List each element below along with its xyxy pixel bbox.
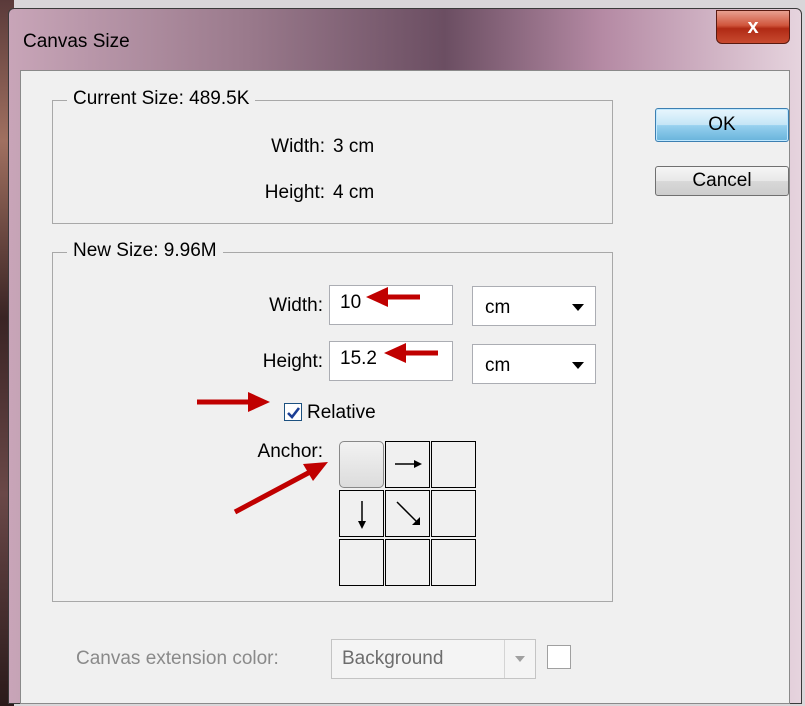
new-height-input[interactable]: 15.2 <box>329 341 453 381</box>
width-unit-select[interactable]: cm <box>472 286 596 326</box>
current-size-group: Current Size: 489.5K Width: 3 cm Height:… <box>52 88 613 224</box>
close-icon: x <box>747 16 759 38</box>
extension-color-value: Background <box>342 648 444 669</box>
anchor-label: Anchor: <box>257 441 323 462</box>
checkmark-icon <box>287 407 301 419</box>
current-width-label: Width: <box>271 136 325 157</box>
arrow-down-icon <box>358 501 366 529</box>
anchor-cell-middle-right[interactable] <box>431 490 476 537</box>
extension-color-swatch[interactable] <box>547 645 571 669</box>
anchor-cell-bottom-center[interactable] <box>385 539 430 586</box>
extension-color-label: Canvas extension color: <box>76 648 279 669</box>
canvas-size-dialog: Canvas Size x Current Size: 489.5K Width… <box>8 8 802 704</box>
ok-button-label: OK <box>708 114 736 135</box>
anchor-grid <box>339 441 479 587</box>
arrow-down-right-icon <box>396 501 420 525</box>
relative-checkbox[interactable] <box>284 403 302 421</box>
height-unit-select[interactable]: cm <box>472 344 596 384</box>
cancel-button-label: Cancel <box>692 170 752 191</box>
width-unit-value: cm <box>485 297 511 318</box>
anchor-cell-middle-center[interactable] <box>385 490 430 537</box>
current-height-label: Height: <box>264 182 325 203</box>
close-button[interactable]: x <box>716 10 790 44</box>
chevron-down-icon <box>515 656 525 662</box>
chevron-down-icon <box>572 362 584 369</box>
anchor-cell-bottom-right[interactable] <box>431 539 476 586</box>
title-bar[interactable]: Canvas Size x <box>9 9 801 69</box>
dialog-body: Current Size: 489.5K Width: 3 cm Height:… <box>20 70 790 704</box>
chevron-down-icon <box>572 304 584 311</box>
anchor-cell-middle-left[interactable] <box>339 490 384 537</box>
new-size-legend: New Size: 9.96M <box>67 240 223 262</box>
anchor-cell-top-left[interactable] <box>339 441 384 488</box>
new-height-label: Height: <box>262 351 323 372</box>
ok-button[interactable]: OK <box>655 108 789 142</box>
new-width-label: Width: <box>269 295 323 316</box>
relative-label: Relative <box>307 402 376 423</box>
cancel-button[interactable]: Cancel <box>655 166 789 196</box>
current-height-value: 4 cm <box>333 182 375 203</box>
anchor-cell-top-right[interactable] <box>431 441 476 488</box>
new-height-value: 15.2 <box>340 348 377 369</box>
new-width-input[interactable]: 10 <box>329 285 453 325</box>
anchor-cell-top-center[interactable] <box>385 441 430 488</box>
arrow-right-icon <box>395 460 422 468</box>
current-size-legend: Current Size: 489.5K <box>67 88 256 110</box>
new-width-value: 10 <box>340 292 362 313</box>
extension-color-select[interactable]: Background <box>331 639 536 679</box>
anchor-cell-bottom-left[interactable] <box>339 539 384 586</box>
height-unit-value: cm <box>485 355 511 376</box>
current-width-value: 3 cm <box>333 136 375 157</box>
dialog-title: Canvas Size <box>23 31 130 52</box>
dropdown-button <box>504 640 535 678</box>
